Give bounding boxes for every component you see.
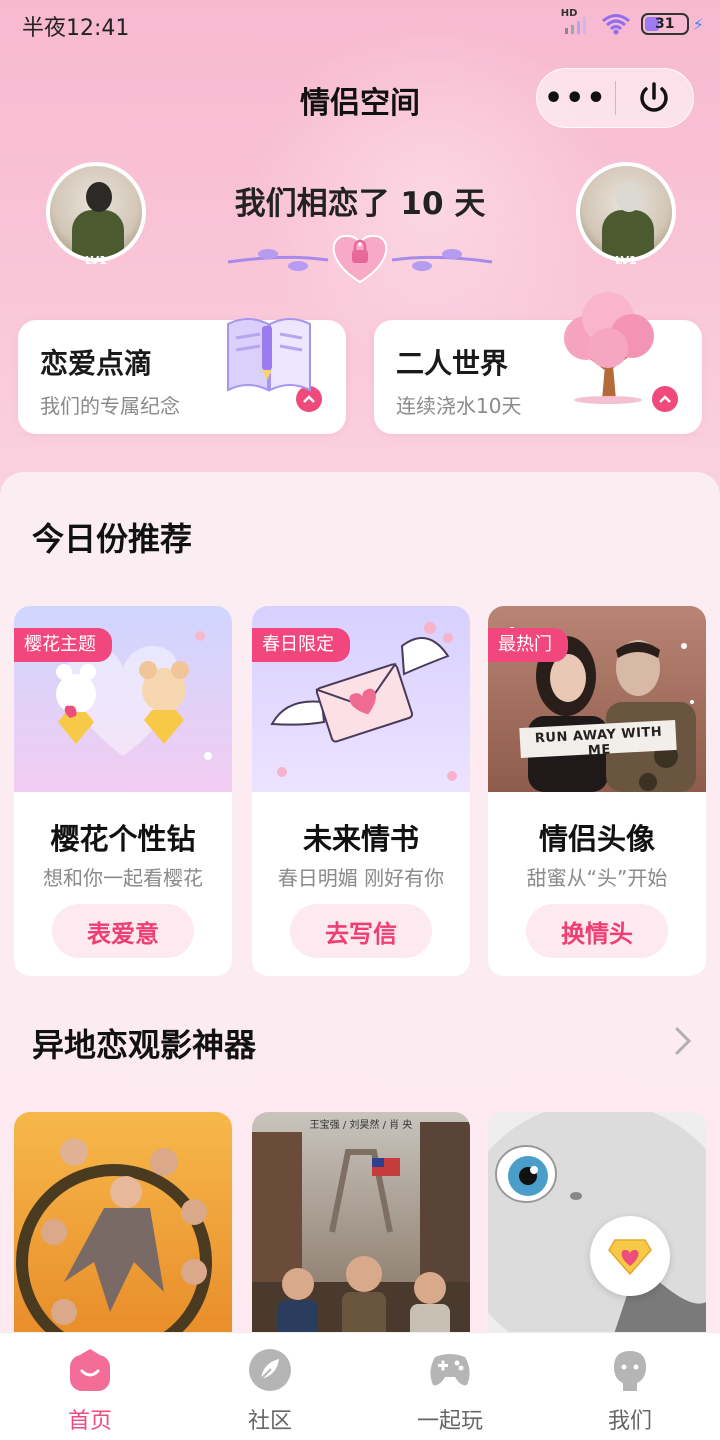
mini-program-capsule: ••• xyxy=(536,68,694,128)
recommend-card-letter[interactable]: 春日限定 未来情书 春日明媚 刚好有你 去写信 xyxy=(252,606,470,976)
recommend-title: 今日份推荐 xyxy=(32,520,193,558)
rec-tag: 最热门 xyxy=(488,628,568,662)
change-avatar-button[interactable]: 换情头 xyxy=(526,904,668,958)
status-time: 半夜12:41 xyxy=(22,16,130,41)
charging-icon: ⚡ xyxy=(692,14,704,34)
notebook-icon xyxy=(227,318,311,392)
rec-tag: 春日限定 xyxy=(252,628,350,662)
movie-poster-1[interactable] xyxy=(14,1112,232,1352)
feather-icon xyxy=(249,1349,291,1391)
tab-community[interactable]: 社区 xyxy=(180,1333,360,1440)
power-icon[interactable] xyxy=(616,68,694,128)
movies-title: 异地恋观影神器 xyxy=(32,1026,257,1064)
recommend-card-avatar[interactable]: RUN AWAY WITH ME 最热门 情侣头像 甜蜜从“头”开始 换情头 xyxy=(488,606,706,976)
rec-tag: 樱花主题 xyxy=(14,628,112,662)
heart-lock-icon xyxy=(227,234,493,284)
express-love-button[interactable]: 表爱意 xyxy=(52,904,194,958)
status-bar: 半夜12:41 HD 31 ⚡ xyxy=(0,0,720,52)
battery-icon: 31 xyxy=(640,13,689,35)
status-icons: HD 31 ⚡ xyxy=(561,8,704,36)
home-smile-icon xyxy=(70,1349,110,1391)
ghost-face-icon xyxy=(614,1351,646,1391)
recommend-card-sakura[interactable]: 樱花主题 樱花个性钻 想和你一起看樱花 表爱意 xyxy=(14,606,232,976)
more-dots-icon[interactable]: ••• xyxy=(537,68,615,128)
bottom-tab-bar: 首页 社区 一起玩 我们 xyxy=(0,1332,720,1440)
movie-poster-2[interactable]: 王宝强 / 刘昊然 / 肖 央 xyxy=(252,1112,470,1352)
cherry-tree-icon xyxy=(564,292,654,404)
chevron-right-icon[interactable] xyxy=(672,1026,694,1056)
avatar-right[interactable]: LV1 xyxy=(576,162,676,274)
level-badge: LV1 xyxy=(606,246,646,274)
diamond-badge[interactable] xyxy=(590,1216,670,1296)
tab-play-together[interactable]: 一起玩 xyxy=(360,1333,540,1440)
diamond-heart-icon xyxy=(608,1239,652,1276)
poster-caption: 王宝强 / 刘昊然 / 肖 央 xyxy=(309,1120,413,1131)
level-badge: LV1 xyxy=(76,246,116,274)
signal-icon: HD xyxy=(561,8,591,36)
tab-home[interactable]: 首页 xyxy=(0,1333,180,1440)
tab-us[interactable]: 我们 xyxy=(540,1333,720,1440)
write-letter-button[interactable]: 去写信 xyxy=(290,904,432,958)
gamepad-icon xyxy=(430,1354,470,1386)
movie-poster-3[interactable] xyxy=(488,1112,706,1352)
wifi-icon xyxy=(601,14,630,35)
